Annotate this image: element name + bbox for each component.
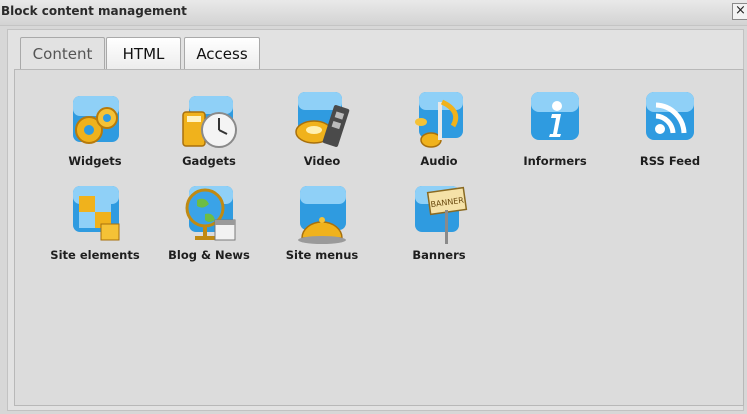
item-blog-news[interactable]: Blog & News <box>154 186 264 262</box>
calculator-clock-icon <box>179 92 239 152</box>
item-label: Site menus <box>285 248 359 262</box>
item-informers[interactable]: Informers <box>500 92 610 168</box>
item-banners[interactable]: BANNER Banners <box>384 186 494 262</box>
item-video[interactable]: Video <box>267 92 377 168</box>
item-audio[interactable]: Audio <box>384 92 494 168</box>
cloche-icon <box>292 186 352 246</box>
close-button[interactable]: × <box>732 3 747 20</box>
puzzle-icon <box>65 186 125 246</box>
item-label: Blog & News <box>168 248 250 262</box>
tab-content[interactable]: Content <box>20 37 105 71</box>
dialog-title: Block content management <box>1 4 187 18</box>
block-content-dialog: Block content management × Content HTML … <box>0 0 747 414</box>
item-site-menus[interactable]: Site menus <box>267 186 377 262</box>
tab-access[interactable]: Access <box>184 37 260 70</box>
music-note-icon <box>409 92 469 152</box>
item-label: Banners <box>412 248 466 262</box>
globe-calendar-icon <box>179 186 239 246</box>
item-label: Gadgets <box>182 154 236 168</box>
banner-sign-icon: BANNER <box>409 186 469 246</box>
info-icon <box>525 92 585 152</box>
item-label: Audio <box>420 154 458 168</box>
film-reel-icon <box>292 92 352 152</box>
item-label: Site elements <box>50 248 140 262</box>
tab-content-label: Content <box>32 45 93 63</box>
rss-icon <box>640 92 700 152</box>
item-label: RSS Feed <box>639 154 701 168</box>
item-label: Informers <box>523 154 587 168</box>
tab-html-label: HTML <box>122 45 165 63</box>
item-rss-feed[interactable]: RSS Feed <box>615 92 725 168</box>
item-site-elements[interactable]: Site elements <box>40 186 150 262</box>
tab-access-label: Access <box>196 45 248 63</box>
title-bar: Block content management × <box>0 0 747 26</box>
item-label: Video <box>303 154 341 168</box>
item-widgets[interactable]: Widgets <box>40 92 150 168</box>
gears-icon <box>65 92 125 152</box>
close-icon: × <box>735 3 746 18</box>
item-label: Widgets <box>68 154 122 168</box>
tab-html[interactable]: HTML <box>106 37 181 70</box>
item-gadgets[interactable]: Gadgets <box>154 92 264 168</box>
